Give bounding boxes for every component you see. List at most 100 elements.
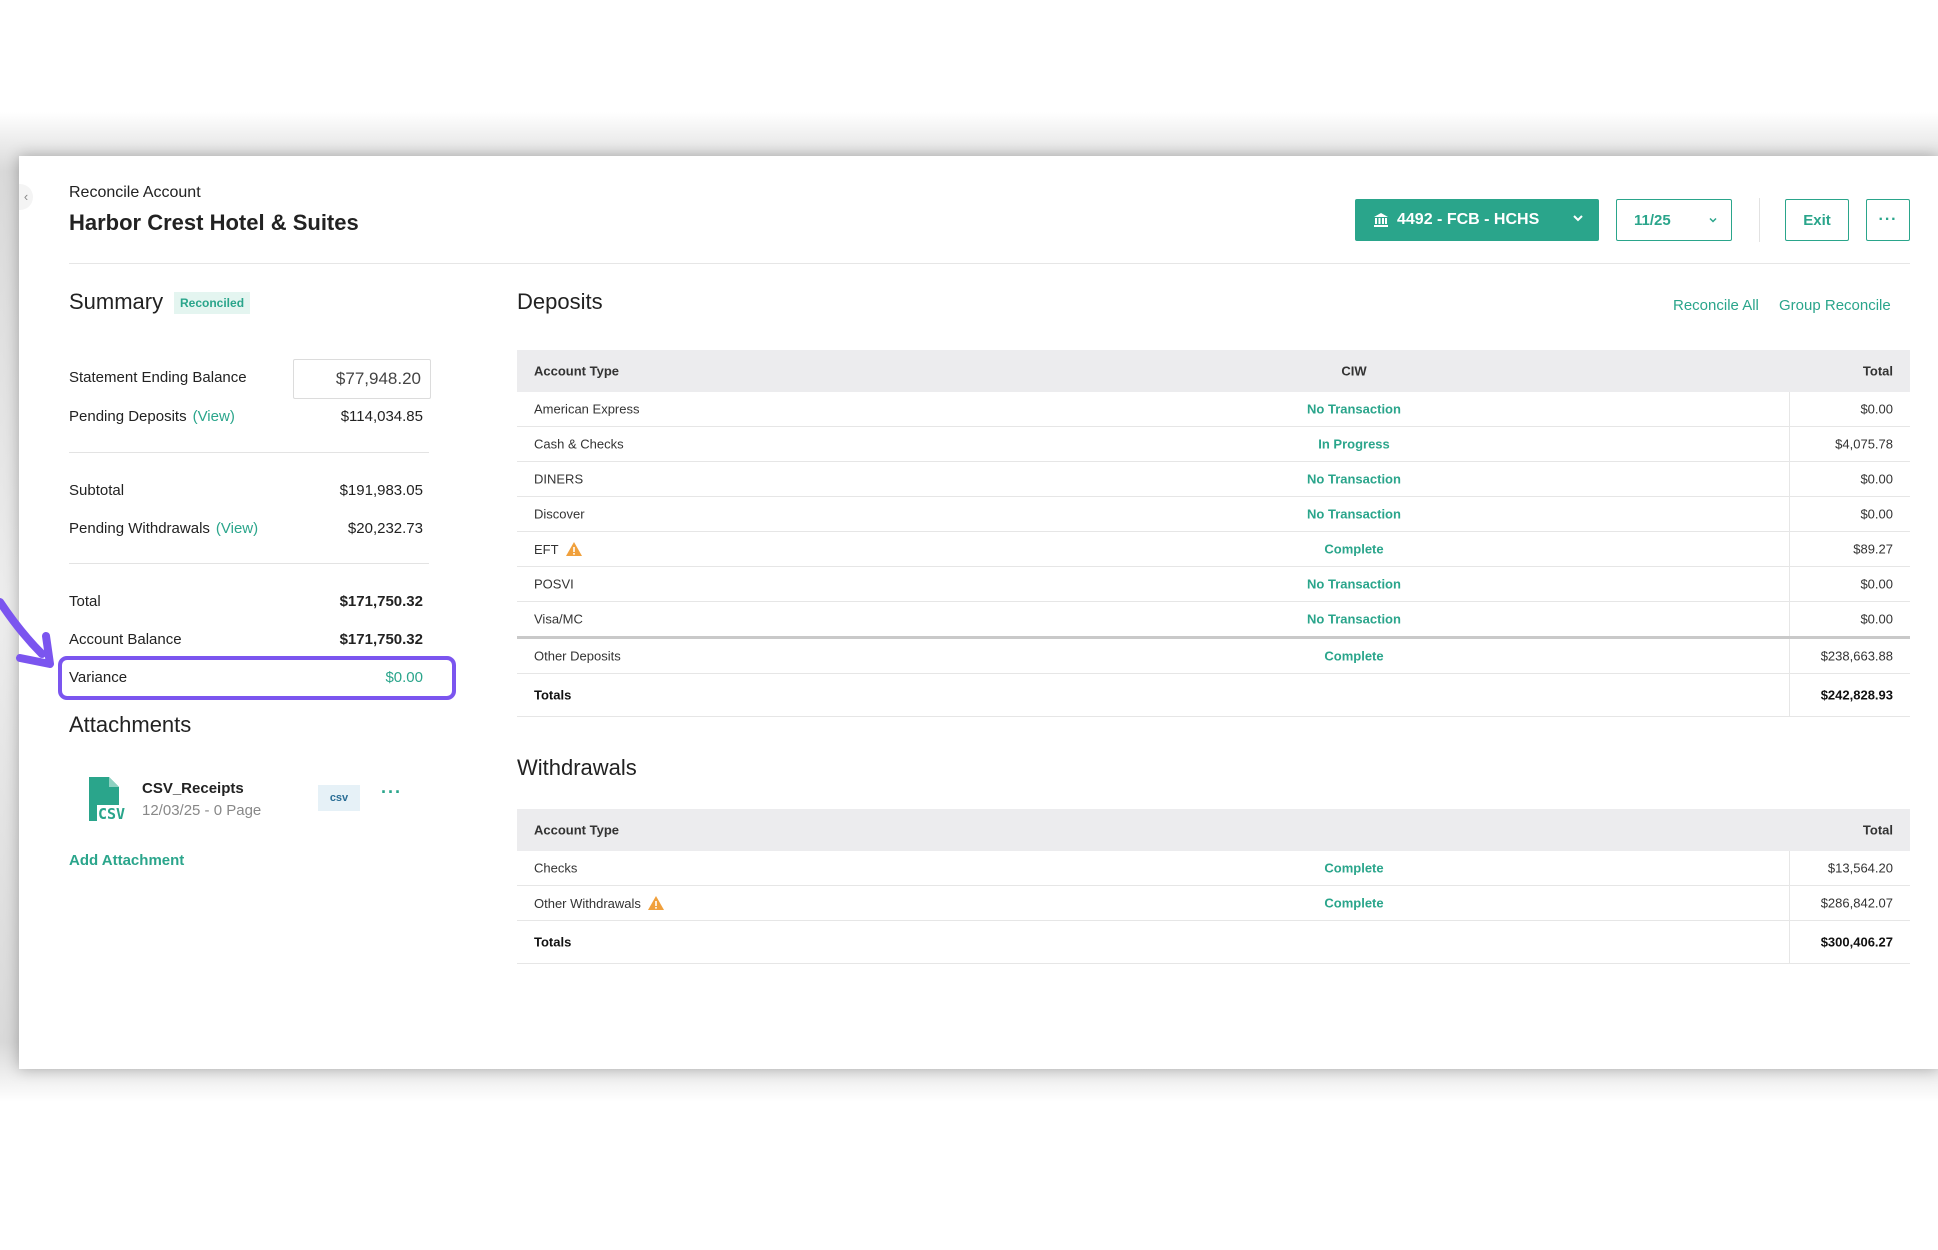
account-type-cell: Other Deposits <box>534 649 621 664</box>
column-divider <box>1789 639 1790 673</box>
column-divider <box>1789 392 1790 426</box>
account-select[interactable]: 4492 - FCB - HCHS <box>1355 199 1599 241</box>
account-type-text: DINERS <box>534 471 584 487</box>
account-balance-row: Account Balance $171,750.32 <box>69 625 423 655</box>
period-select-label: 11/25 <box>1634 211 1671 229</box>
header-account-type: Account Type <box>534 822 619 838</box>
withdrawals-table: Account Type Total Checks Complete $13,564… <box>517 809 1910 964</box>
pending-withdrawals-row: Pending Withdrawals (View) $20,232.73 <box>69 514 423 544</box>
pending-withdrawals-view-link[interactable]: (View) <box>216 520 258 537</box>
collapse-sidebar-icon[interactable]: ‹ <box>19 184 33 210</box>
account-type-cell: Other Withdrawals <box>534 895 665 911</box>
total-value: $171,750.32 <box>339 593 423 610</box>
account-type-text: Cash & Checks <box>534 436 624 452</box>
total-cell: $89.27 <box>1853 541 1893 557</box>
table-row[interactable]: EFT Complete $89.27 <box>517 532 1910 567</box>
subtotal-label: Subtotal <box>69 482 125 499</box>
pending-deposits-view-link[interactable]: (View) <box>193 408 235 425</box>
ciw-status-link[interactable]: No Transaction <box>1239 402 1469 417</box>
withdrawals-totals-value: $300,406.27 <box>1820 934 1893 950</box>
attachment-more-button[interactable]: ··· <box>381 782 402 803</box>
column-divider <box>1789 532 1790 566</box>
statement-ending-balance-row: Statement Ending Balance $77,948.20 <box>69 359 431 399</box>
account-type-text: Discover <box>534 506 585 522</box>
column-divider <box>1789 921 1790 963</box>
attachment-file-meta: 12/03/25 - 0 Page <box>142 802 262 819</box>
add-attachment-link[interactable]: Add Attachment <box>69 852 184 869</box>
table-row[interactable]: Checks Complete $13,564.20 <box>517 851 1910 886</box>
account-type-cell: DINERS <box>534 472 583 487</box>
account-type-text: American Express <box>534 401 640 417</box>
pending-deposits-row: Pending Deposits (View) $114,034.85 <box>69 402 423 432</box>
table-row[interactable]: Other Deposits Complete $238,663.88 <box>517 639 1910 674</box>
reconcile-window: ‹ Reconcile Account Harbor Crest Hotel &… <box>0 156 1938 1069</box>
total-row: Total $171,750.32 <box>69 587 423 617</box>
ciw-status-link[interactable]: Complete <box>1239 649 1469 664</box>
ciw-status-link[interactable]: No Transaction <box>1239 507 1469 522</box>
table-row[interactable]: Discover No Transaction $0.00 <box>517 497 1910 532</box>
exit-button[interactable]: Exit <box>1785 199 1849 241</box>
column-divider <box>1789 567 1790 601</box>
warning-icon <box>647 896 664 910</box>
attachment-file-name[interactable]: CSV_Receipts <box>142 780 244 797</box>
deposits-title: Deposits <box>517 289 603 314</box>
account-type-text: EFT <box>534 541 559 557</box>
summary-divider <box>69 452 429 453</box>
account-select-label: 4492 - FCB - HCHS <box>1397 211 1540 228</box>
csv-file-icon: CSV <box>89 777 131 823</box>
account-type-cell: POSVI <box>534 577 574 592</box>
warning-icon <box>565 542 582 556</box>
account-type-text: Checks <box>534 860 578 876</box>
breadcrumb: Reconcile Account <box>69 184 201 201</box>
account-type-cell: American Express <box>534 402 639 417</box>
ciw-status-link[interactable]: In Progress <box>1239 437 1469 452</box>
period-select[interactable]: 11/25 <box>1616 199 1732 241</box>
column-divider <box>1789 886 1790 920</box>
header-divider-line <box>69 263 1910 264</box>
table-row[interactable]: Visa/MC No Transaction $0.00 <box>517 602 1910 639</box>
account-type-cell: Cash & Checks <box>534 437 624 452</box>
pending-withdrawals-label: Pending Withdrawals (View) <box>69 520 258 537</box>
summary-title: Summary <box>69 289 164 314</box>
header-total: Total <box>1862 822 1893 838</box>
deposits-table: Account Type CIW Total American Express N… <box>517 350 1910 717</box>
table-row[interactable]: Other Withdrawals Complete $286,842.07 <box>517 886 1910 921</box>
statement-ending-balance-label: Statement Ending Balance <box>69 369 247 386</box>
reconcile-all-link[interactable]: Reconcile All <box>1673 297 1759 314</box>
header-divider <box>1759 198 1760 242</box>
table-row[interactable]: Cash & Checks In Progress $4,075.78 <box>517 427 1910 462</box>
total-cell: $13,564.20 <box>1827 860 1893 876</box>
account-type-text: Other Deposits <box>534 648 621 664</box>
table-row[interactable]: POSVI No Transaction $0.00 <box>517 567 1910 602</box>
chevron-down-icon <box>1573 215 1583 222</box>
table-row[interactable]: American Express No Transaction $0.00 <box>517 392 1910 427</box>
total-cell: $238,663.88 <box>1820 648 1893 664</box>
variance-highlight-box <box>58 656 456 700</box>
ciw-status-link[interactable]: No Transaction <box>1239 612 1469 627</box>
pending-deposits-label: Pending Deposits (View) <box>69 408 235 425</box>
subtotal-value: $191,983.05 <box>339 482 423 499</box>
ciw-status-link[interactable]: No Transaction <box>1239 577 1469 592</box>
bank-icon <box>1374 213 1388 227</box>
group-reconcile-link[interactable]: Group Reconcile <box>1779 297 1891 314</box>
total-cell: $0.00 <box>1860 611 1893 627</box>
file-icon-label: CSV <box>98 805 125 823</box>
column-divider <box>1789 427 1790 461</box>
total-cell: $4,075.78 <box>1835 436 1893 452</box>
more-options-button[interactable]: ··· <box>1866 199 1910 241</box>
header-account-type: Account Type <box>534 363 619 379</box>
ciw-status-link[interactable]: Complete <box>1239 861 1469 876</box>
pending-deposits-text: Pending Deposits <box>69 408 187 425</box>
column-divider <box>1789 674 1790 716</box>
withdrawals-title: Withdrawals <box>517 755 637 780</box>
account-type-cell: Checks <box>534 861 577 876</box>
ciw-status-link[interactable]: No Transaction <box>1239 472 1469 487</box>
withdrawal-rows: Checks Complete $13,564.20 Other Withdrawal… <box>517 851 1910 921</box>
ciw-status-link[interactable]: Complete <box>1239 896 1469 911</box>
table-row[interactable]: DINERS No Transaction $0.00 <box>517 462 1910 497</box>
statement-ending-balance-input[interactable]: $77,948.20 <box>293 359 431 399</box>
subtotal-row: Subtotal $191,983.05 <box>69 476 423 506</box>
account-balance-value: $171,750.32 <box>339 631 423 648</box>
deposit-rows: American Express No Transaction $0.00 Cash … <box>517 392 1910 674</box>
ciw-status-link[interactable]: Complete <box>1239 542 1469 557</box>
